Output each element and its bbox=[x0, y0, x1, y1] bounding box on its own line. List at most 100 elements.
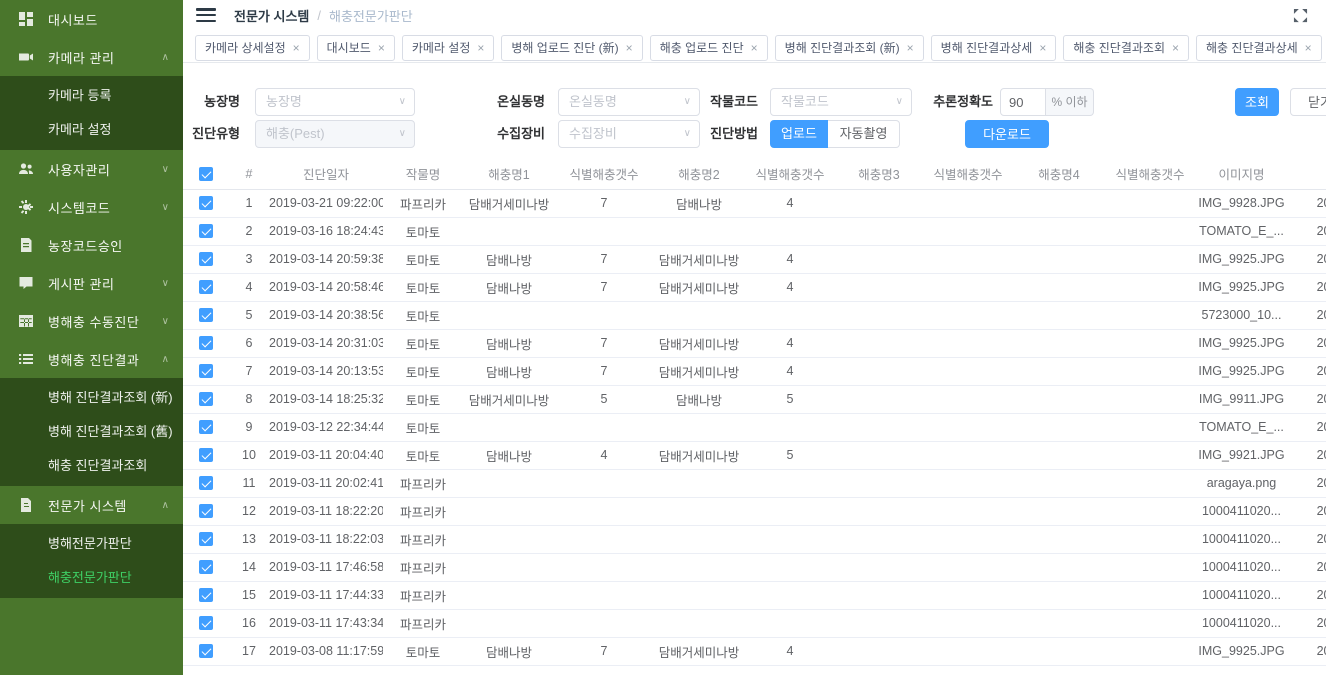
close-button[interactable]: 닫기 bbox=[1290, 88, 1326, 116]
close-icon[interactable]: × bbox=[751, 41, 758, 55]
table-cell bbox=[923, 217, 1013, 245]
method-upload-button[interactable]: 업로드 bbox=[770, 120, 828, 148]
close-icon[interactable]: × bbox=[1172, 41, 1179, 55]
table-cell: 2019 bbox=[1288, 581, 1326, 609]
close-icon[interactable]: × bbox=[907, 41, 914, 55]
table-row[interactable]: 32019-03-14 20:59:38토마토담배나방7담배거세미나방4IMG_… bbox=[183, 245, 1326, 273]
table-row[interactable]: 102019-03-11 20:04:40토마토담배나방4담배거세미나방5IMG… bbox=[183, 441, 1326, 469]
tab-1[interactable]: ●대시보드× bbox=[317, 35, 395, 61]
sidebar-subitem[interactable]: 해충전문가판단 bbox=[0, 561, 183, 595]
sidebar-item-8[interactable]: 전문가 시스템∧ bbox=[0, 486, 183, 524]
greenhouse-select[interactable]: 온실동명∨ bbox=[558, 88, 700, 116]
method-auto-button[interactable]: 자동촬영 bbox=[828, 120, 900, 148]
crop-code-select[interactable]: 작물코드∨ bbox=[770, 88, 912, 116]
diagnosis-type-select[interactable]: 해충(Pest)∨ bbox=[255, 120, 415, 148]
table-row[interactable]: 12019-03-21 09:22:00파프리카담배거세미나방7담배나방4IMG… bbox=[183, 189, 1326, 217]
close-icon[interactable]: × bbox=[626, 41, 633, 55]
accuracy-input[interactable] bbox=[1000, 88, 1046, 116]
sidebar-subitem[interactable]: 병해전문가판단 bbox=[0, 527, 183, 561]
tab-2[interactable]: ●카메라 설정× bbox=[402, 35, 495, 61]
table-cell: 토마토 bbox=[383, 245, 463, 273]
tab-5[interactable]: ●병해 진단결과조회 (新)× bbox=[775, 35, 924, 61]
tab-8[interactable]: ●해충 진단결과상세× bbox=[1196, 35, 1322, 61]
table-cell: IMG_9925.JPG bbox=[1195, 637, 1288, 665]
row-checkbox[interactable] bbox=[199, 560, 213, 574]
close-icon[interactable]: × bbox=[293, 41, 300, 55]
row-checkbox[interactable] bbox=[199, 280, 213, 294]
select-all-checkbox[interactable] bbox=[199, 167, 213, 181]
table-row[interactable]: 122019-03-11 18:22:20파프리카1000411020...20… bbox=[183, 497, 1326, 525]
row-checkbox[interactable] bbox=[199, 392, 213, 406]
sidebar-item-0[interactable]: 대시보드 bbox=[0, 0, 183, 38]
tab-7[interactable]: ●해충 진단결과조회× bbox=[1063, 35, 1189, 61]
table-cell: TOMATO_E_... bbox=[1195, 413, 1288, 441]
tab-6[interactable]: ●병해 진단결과상세× bbox=[931, 35, 1057, 61]
device-select[interactable]: 수집장비∨ bbox=[558, 120, 700, 148]
row-checkbox[interactable] bbox=[199, 644, 213, 658]
row-checkbox[interactable] bbox=[199, 616, 213, 630]
sidebar-item-7[interactable]: 병해충 진단결과∧ bbox=[0, 340, 183, 378]
table-row[interactable]: 82019-03-14 18:25:32토마토담배거세미나방5담배나방5IMG_… bbox=[183, 385, 1326, 413]
sidebar-subitem[interactable]: 해충 진단결과조회 bbox=[0, 449, 183, 483]
hamburger-menu-icon[interactable] bbox=[196, 8, 216, 22]
row-checkbox[interactable] bbox=[199, 196, 213, 210]
table-row[interactable]: 132019-03-11 18:22:03파프리카1000411020...20… bbox=[183, 525, 1326, 553]
row-checkbox[interactable] bbox=[199, 476, 213, 490]
sidebar-item-6[interactable]: 병해충 수동진단∨ bbox=[0, 302, 183, 340]
row-checkbox[interactable] bbox=[199, 308, 213, 322]
fullscreen-icon[interactable] bbox=[1293, 8, 1308, 23]
close-icon[interactable]: × bbox=[1305, 41, 1312, 55]
filter-panel: 농장명 농장명∨ 온실동명 온실동명∨ 작물코드 작물코드∨ 추론정확도 % 이… bbox=[183, 63, 1326, 159]
breadcrumb-section[interactable]: 전문가 시스템 bbox=[234, 6, 309, 25]
row-checkbox[interactable] bbox=[199, 224, 213, 238]
tab-4[interactable]: ●해충 업로드 진단× bbox=[650, 35, 768, 61]
table-cell: 2019-03-11 20:04:40 bbox=[269, 441, 383, 469]
sidebar-item-1[interactable]: 카메라 관리∧ bbox=[0, 38, 183, 76]
table-row[interactable]: 72019-03-14 20:13:53토마토담배나방7담배거세미나방4IMG_… bbox=[183, 357, 1326, 385]
table-row[interactable]: 52019-03-14 20:38:56토마토5723000_10...2019 bbox=[183, 301, 1326, 329]
table-row[interactable]: 162019-03-11 17:43:34파프리카1000411020...20… bbox=[183, 609, 1326, 637]
table-cell: 14 bbox=[229, 553, 269, 581]
table-row[interactable]: 172019-03-08 11:17:59토마토담배나방7담배거세미나방4IMG… bbox=[183, 637, 1326, 665]
sidebar-item-3[interactable]: 시스템코드∨ bbox=[0, 188, 183, 226]
chevron-down-icon: ∨ bbox=[162, 202, 169, 213]
table-row[interactable]: 142019-03-11 17:46:58파프리카1000411020...20… bbox=[183, 553, 1326, 581]
row-checkbox[interactable] bbox=[199, 420, 213, 434]
table-row[interactable]: 92019-03-12 22:34:44토마토TOMATO_E_...2019 bbox=[183, 413, 1326, 441]
tab-0[interactable]: ●카메라 상세설정× bbox=[195, 35, 310, 61]
sidebar-subitem[interactable]: 병해 진단결과조회 (舊) bbox=[0, 415, 183, 449]
close-icon[interactable]: × bbox=[378, 41, 385, 55]
download-button[interactable]: 다운로드 bbox=[965, 120, 1049, 148]
table-cell: 2019-03-16 18:24:43 bbox=[269, 217, 383, 245]
search-button[interactable]: 조회 bbox=[1235, 88, 1279, 116]
tab-3[interactable]: ●병해 업로드 진단 (新)× bbox=[501, 35, 642, 61]
row-checkbox[interactable] bbox=[199, 588, 213, 602]
row-checkbox[interactable] bbox=[199, 336, 213, 350]
table-row[interactable]: 112019-03-11 20:02:41파프리카aragaya.png2019 bbox=[183, 469, 1326, 497]
row-checkbox[interactable] bbox=[199, 532, 213, 546]
close-icon[interactable]: × bbox=[1039, 41, 1046, 55]
table-cell: 파프리카 bbox=[383, 525, 463, 553]
table-row[interactable]: 22019-03-16 18:24:43토마토TOMATO_E_...2019 bbox=[183, 217, 1326, 245]
close-icon[interactable]: × bbox=[477, 41, 484, 55]
sidebar-item-5[interactable]: 게시판 관리∨ bbox=[0, 264, 183, 302]
row-checkbox[interactable] bbox=[199, 364, 213, 378]
sidebar-item-4[interactable]: 농장코드승인 bbox=[0, 226, 183, 264]
row-checkbox[interactable] bbox=[199, 252, 213, 266]
tab-label: 카메라 설정 bbox=[412, 39, 471, 56]
table-cell bbox=[653, 469, 745, 497]
table-cell: 17 bbox=[229, 637, 269, 665]
sidebar-subitem[interactable]: 카메라 등록 bbox=[0, 79, 183, 113]
sidebar-subitem[interactable]: 병해 진단결과조회 (新) bbox=[0, 381, 183, 415]
sidebar-item-2[interactable]: 사용자관리∨ bbox=[0, 150, 183, 188]
table-row[interactable]: 42019-03-14 20:58:46토마토담배나방7담배거세미나방4IMG_… bbox=[183, 273, 1326, 301]
table-cell: 파프리카 bbox=[383, 553, 463, 581]
sidebar-subitem[interactable]: 카메라 설정 bbox=[0, 113, 183, 147]
farm-name-select[interactable]: 농장명∨ bbox=[255, 88, 415, 116]
device-label: 수집장비 bbox=[478, 120, 545, 148]
table-row[interactable]: 152019-03-11 17:44:33파프리카1000411020...20… bbox=[183, 581, 1326, 609]
table-row[interactable]: 62019-03-14 20:31:03토마토담배나방7담배거세미나방4IMG_… bbox=[183, 329, 1326, 357]
row-checkbox[interactable] bbox=[199, 504, 213, 518]
row-checkbox[interactable] bbox=[199, 448, 213, 462]
chevron-down-icon: ∨ bbox=[399, 121, 406, 147]
